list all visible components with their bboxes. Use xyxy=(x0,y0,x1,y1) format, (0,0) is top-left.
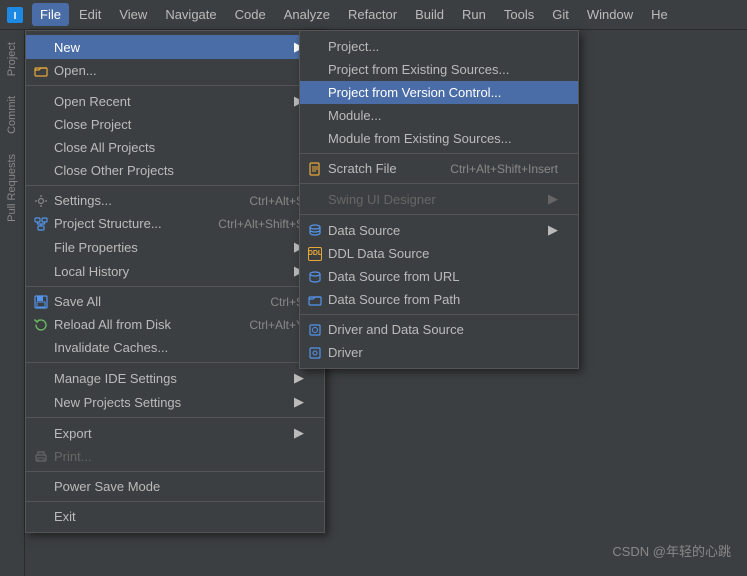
new-submenu-project-vcs[interactable]: Project from Version Control... xyxy=(300,81,578,104)
sidebar: Project Commit Pull Requests xyxy=(0,30,25,576)
svg-text:I: I xyxy=(14,11,17,22)
menu-item-project-structure[interactable]: Project Structure... Ctrl+Alt+Shift+S xyxy=(26,212,324,235)
menu-item-power-save[interactable]: Power Save Mode xyxy=(26,475,324,498)
menu-item-export[interactable]: Export ▶ xyxy=(26,421,324,445)
menu-item-local-history[interactable]: Local History ▶ xyxy=(26,259,324,283)
menu-item-manage-ide[interactable]: Manage IDE Settings ▶ xyxy=(26,366,324,390)
new-submenu-module[interactable]: Module... xyxy=(300,104,578,127)
new-submenu-data-source[interactable]: Data Source ▶ xyxy=(300,218,578,242)
sidebar-tab-pull-requests[interactable]: Pull Requests xyxy=(3,146,21,230)
new-submenu-module-existing[interactable]: Module from Existing Sources... xyxy=(300,127,578,150)
sidebar-tab-project[interactable]: Project xyxy=(3,34,21,84)
new-submenu: Project... Project from Existing Sources… xyxy=(299,30,579,369)
file-menu-dropdown: New ▶ Open... Open Recent ▶ Close Projec… xyxy=(25,30,325,533)
menu-view[interactable]: View xyxy=(111,3,155,26)
scratch-icon xyxy=(306,162,324,176)
menu-item-exit[interactable]: Exit xyxy=(26,505,324,528)
new-submenu-project[interactable]: Project... xyxy=(300,35,578,58)
print-icon xyxy=(32,450,50,464)
menu-he[interactable]: He xyxy=(643,3,676,26)
open-icon xyxy=(32,64,50,78)
driver-icon xyxy=(306,346,324,360)
settings-icon xyxy=(32,194,50,208)
menu-item-print[interactable]: Print... xyxy=(26,445,324,468)
menu-item-file-properties[interactable]: File Properties ▶ xyxy=(26,235,324,259)
menu-item-invalidate[interactable]: Invalidate Caches... xyxy=(26,336,324,359)
menu-item-close-all[interactable]: Close All Projects xyxy=(26,136,324,159)
app-icon: I xyxy=(4,4,26,26)
menu-item-reload[interactable]: Reload All from Disk Ctrl+Alt+Y xyxy=(26,313,324,336)
data-source-path-icon xyxy=(306,293,324,307)
driver-data-source-icon xyxy=(306,323,324,337)
watermark: CSDN @年轻的心跳 xyxy=(612,541,731,560)
menu-window[interactable]: Window xyxy=(579,3,641,26)
ddl-icon: DDL xyxy=(306,247,324,261)
sidebar-tab-commit[interactable]: Commit xyxy=(3,88,21,142)
menu-code[interactable]: Code xyxy=(227,3,274,26)
new-submenu-driver-data-source[interactable]: Driver and Data Source xyxy=(300,318,578,341)
menu-run[interactable]: Run xyxy=(454,3,494,26)
new-submenu-data-source-path[interactable]: Data Source from Path xyxy=(300,288,578,311)
data-source-url-icon xyxy=(306,270,324,284)
menu-item-open[interactable]: Open... xyxy=(26,59,324,82)
new-submenu-project-existing[interactable]: Project from Existing Sources... xyxy=(300,58,578,81)
menu-item-settings[interactable]: Settings... Ctrl+Alt+S xyxy=(26,189,324,212)
menu-item-close-other[interactable]: Close Other Projects xyxy=(26,159,324,182)
reload-icon xyxy=(32,318,50,332)
menu-refactor[interactable]: Refactor xyxy=(340,3,405,26)
data-source-icon xyxy=(306,223,324,237)
menu-build[interactable]: Build xyxy=(407,3,452,26)
menu-item-open-recent[interactable]: Open Recent ▶ xyxy=(26,89,324,113)
menu-git[interactable]: Git xyxy=(544,3,577,26)
menu-item-new-projects[interactable]: New Projects Settings ▶ xyxy=(26,390,324,414)
new-submenu-driver[interactable]: Driver xyxy=(300,341,578,364)
new-submenu-ddl-data-source[interactable]: DDL DDL Data Source xyxy=(300,242,578,265)
menu-tools[interactable]: Tools xyxy=(496,3,542,26)
menu-item-close-project[interactable]: Close Project xyxy=(26,113,324,136)
new-submenu-data-source-url[interactable]: Data Source from URL xyxy=(300,265,578,288)
menu-file[interactable]: File xyxy=(32,3,69,26)
project-structure-icon xyxy=(32,217,50,231)
menu-item-new[interactable]: New ▶ xyxy=(26,35,324,59)
new-submenu-swing[interactable]: Swing UI Designer ▶ xyxy=(300,187,578,211)
menu-bar: I File Edit View Navigate Code Analyze R… xyxy=(0,0,747,30)
save-icon xyxy=(32,295,50,309)
menu-item-save-all[interactable]: Save All Ctrl+S xyxy=(26,290,324,313)
new-submenu-scratch[interactable]: Scratch File Ctrl+Alt+Shift+Insert xyxy=(300,157,578,180)
menu-navigate[interactable]: Navigate xyxy=(157,3,224,26)
menu-analyze[interactable]: Analyze xyxy=(276,3,338,26)
menu-edit[interactable]: Edit xyxy=(71,3,109,26)
